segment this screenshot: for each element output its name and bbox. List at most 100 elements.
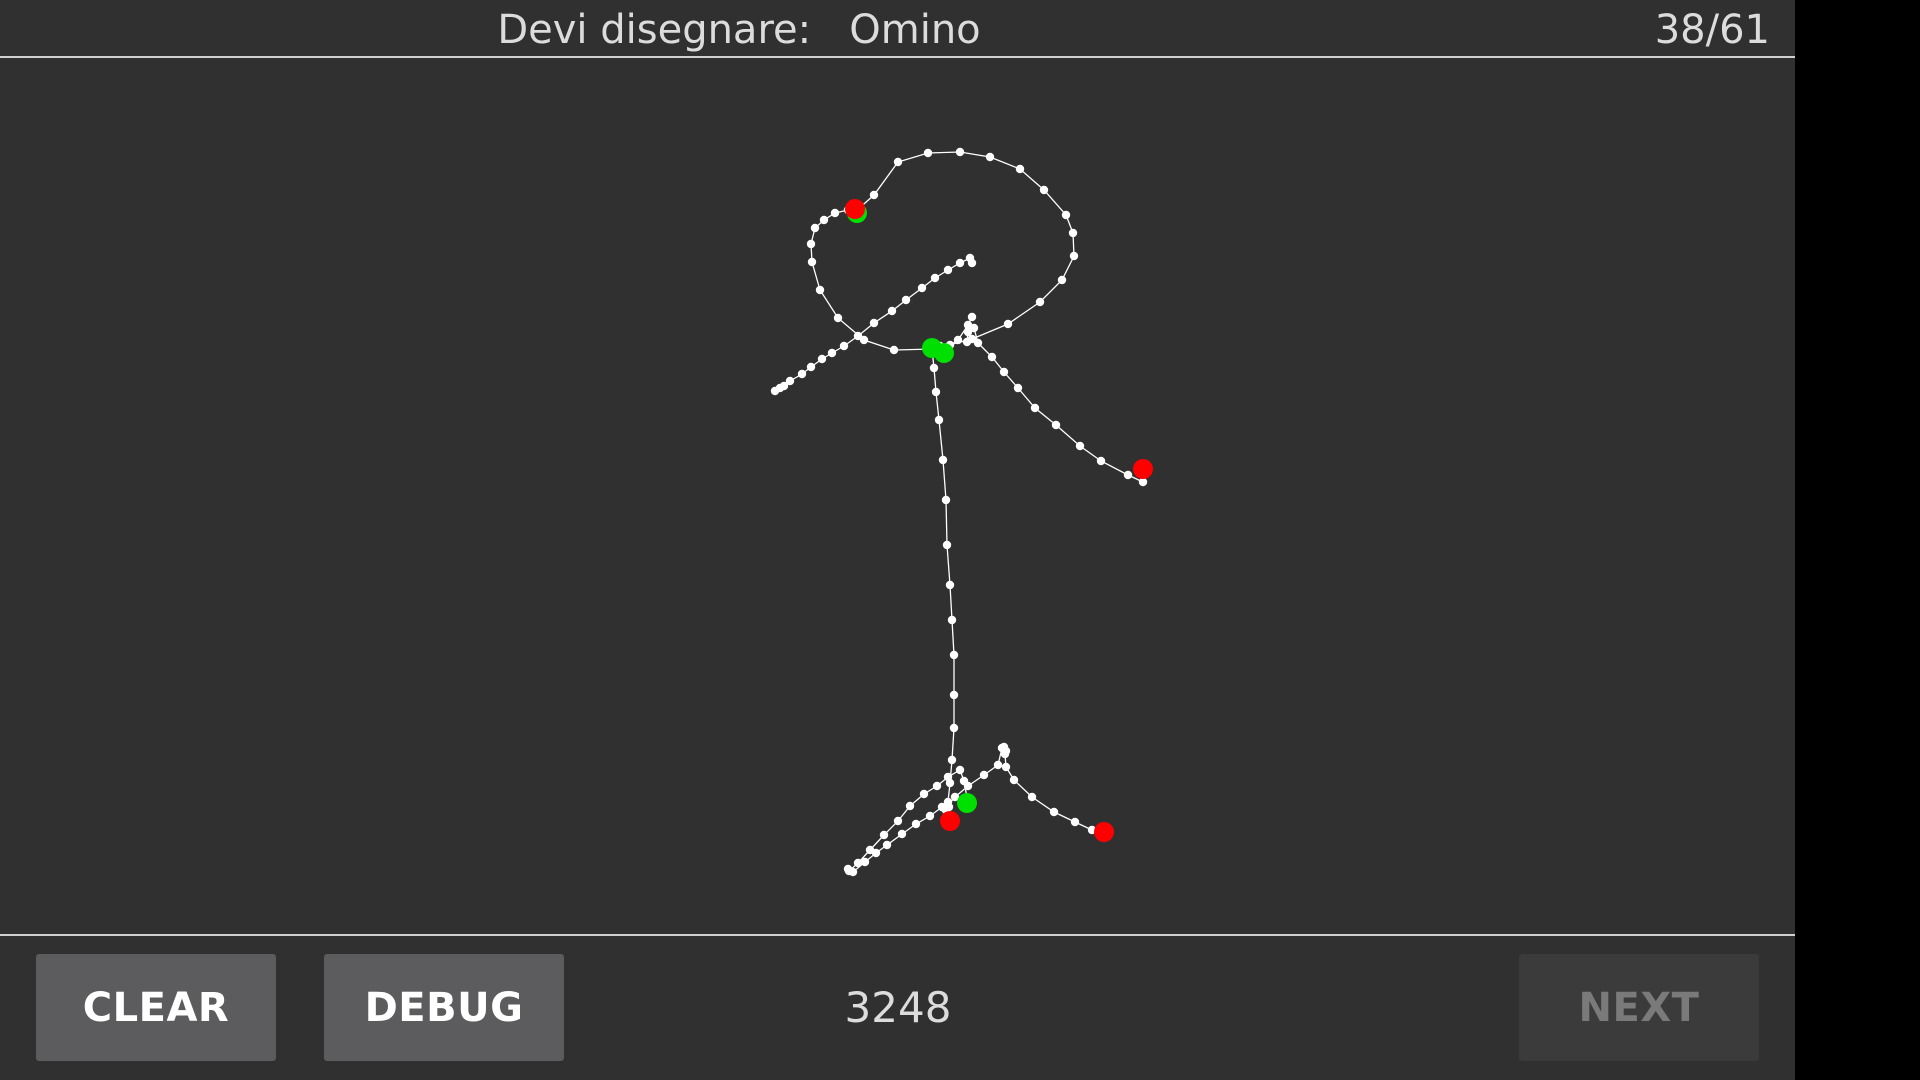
score-value: 3248: [844, 983, 952, 1032]
stroke-body-line: [931, 348, 955, 808]
sample-point: [941, 495, 951, 505]
sample-point: [942, 540, 952, 550]
stroke-start-marker: [934, 343, 954, 363]
sample-point: [806, 239, 816, 249]
sample-point: [923, 148, 933, 158]
sample-point: [869, 190, 879, 200]
sample-point: [919, 789, 929, 799]
prompt-subject: Omino: [849, 7, 981, 53]
stroke-right-arm-line: [966, 326, 1144, 483]
sample-point: [1027, 792, 1037, 802]
stroke-right-arm: [962, 323, 1148, 487]
sample-point: [1049, 807, 1059, 817]
sample-point: [893, 816, 903, 826]
sample-point: [879, 830, 889, 840]
sample-point: [949, 723, 959, 733]
sample-point: [987, 352, 997, 362]
sample-point: [931, 387, 941, 397]
sample-point: [947, 755, 957, 765]
sample-point: [1061, 210, 1071, 220]
sample-point: [985, 152, 995, 162]
sample-point: [1138, 477, 1148, 487]
footer-divider: [0, 934, 1795, 936]
sample-point: [897, 829, 907, 839]
sample-point: [1070, 817, 1080, 827]
sample-point: [806, 362, 816, 372]
sample-point: [1051, 420, 1061, 430]
stroke-end-marker: [1133, 459, 1153, 479]
sample-point: [1057, 275, 1067, 285]
sample-point: [955, 765, 965, 775]
sample-point: [810, 223, 820, 233]
next-button[interactable]: NEXT: [1519, 954, 1759, 1061]
sample-point: [963, 781, 973, 791]
stroke-end-marker: [940, 811, 960, 831]
progress-counter: 38/61: [1654, 7, 1770, 53]
sample-point: [1035, 297, 1045, 307]
sample-point: [938, 455, 948, 465]
sample-point: [932, 781, 942, 791]
sample-point: [965, 253, 975, 263]
stroke-right-leg: [999, 742, 1109, 837]
sample-point: [1096, 456, 1106, 466]
sample-point: [963, 320, 973, 330]
stroke-start-marker: [957, 793, 977, 813]
sample-point: [843, 864, 853, 874]
prompt-label: Devi disegnare:: [497, 7, 812, 53]
sample-point: [943, 772, 953, 782]
sample-point: [807, 257, 817, 267]
sample-point: [1030, 403, 1040, 413]
sample-point: [929, 363, 939, 373]
drawing-prompt: Devi disegnare: Omino: [0, 4, 1478, 56]
sample-point: [947, 615, 957, 625]
stroke-right-leg-line: [1003, 746, 1105, 833]
sample-point: [943, 265, 953, 275]
sample-point: [934, 415, 944, 425]
sample-point: [869, 318, 879, 328]
sample-point: [973, 338, 983, 348]
sample-point: [1003, 319, 1013, 329]
sample-point: [1009, 775, 1019, 785]
sample-point: [962, 337, 972, 347]
sample-point: [1123, 470, 1133, 480]
sample-point: [1013, 383, 1023, 393]
header-bar: Devi disegnare: Omino 38/61: [0, 0, 1795, 56]
sample-point: [882, 840, 892, 850]
sample-point: [797, 369, 807, 379]
stroke-end-marker: [1094, 822, 1114, 842]
sample-point: [893, 157, 903, 167]
sample-point: [949, 650, 959, 660]
sample-point: [979, 770, 989, 780]
sample-point: [1075, 441, 1085, 451]
sample-point: [839, 341, 849, 351]
sample-point: [1001, 746, 1011, 756]
sample-point: [993, 760, 1003, 770]
stroke-head: [806, 147, 1079, 355]
sample-point: [827, 348, 837, 358]
sample-point: [833, 313, 843, 323]
debug-button[interactable]: DEBUG: [324, 954, 564, 1061]
sample-point: [775, 383, 785, 393]
sample-point: [1001, 762, 1011, 772]
sample-point: [1068, 228, 1078, 238]
sample-point: [819, 215, 829, 225]
sample-point: [830, 208, 840, 218]
sample-point: [925, 811, 935, 821]
sample-point: [853, 331, 863, 341]
stroke-left-arm: [770, 253, 977, 396]
sample-point: [917, 283, 927, 293]
sample-point: [901, 295, 911, 305]
clear-button[interactable]: CLEAR: [36, 954, 276, 1061]
drawing-canvas[interactable]: [0, 58, 1795, 934]
sample-point: [860, 857, 870, 867]
sample-point: [887, 306, 897, 316]
sketch-svg: [770, 147, 1153, 877]
sample-point: [911, 819, 921, 829]
sample-point: [889, 345, 899, 355]
stroke-body: [927, 344, 959, 812]
sample-point: [953, 335, 963, 345]
sample-point: [1015, 164, 1025, 174]
stroke-head-line: [810, 151, 1075, 351]
sample-point: [945, 580, 955, 590]
sample-point: [905, 801, 915, 811]
